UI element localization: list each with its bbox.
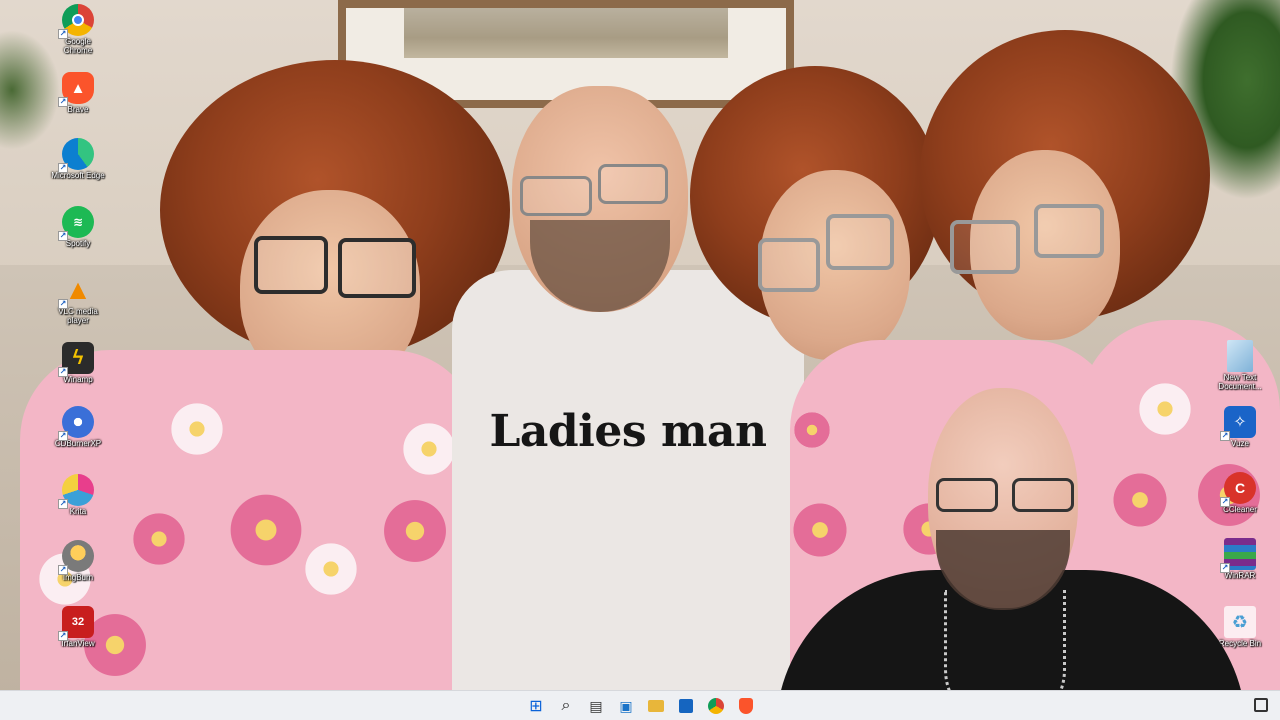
brave-icon: ▲ ↗ bbox=[58, 72, 94, 107]
taskbar-search-button[interactable]: ⌕ bbox=[554, 694, 578, 718]
edge-icon: ↗ bbox=[58, 138, 94, 173]
chrome-icon bbox=[708, 698, 724, 714]
irfanview-badge: 32 bbox=[71, 616, 85, 628]
krita-icon: ↗ bbox=[58, 474, 94, 509]
taskbar-brave-button[interactable] bbox=[734, 694, 758, 718]
desktop-shortcut-google-chrome[interactable]: ↗ Google Chrome bbox=[50, 0, 106, 55]
imgburn-icon: ↗ bbox=[58, 540, 94, 575]
desktop-shortcut-imgburn[interactable]: ↗ ImgBurn bbox=[50, 536, 106, 582]
widgets-icon: ▣ bbox=[619, 697, 633, 714]
taskbar-file-explorer-button[interactable] bbox=[644, 694, 668, 718]
taskbar-apps: ⊞ ⌕ ▤ ▣ bbox=[524, 694, 758, 718]
task-view-icon: ▤ bbox=[589, 697, 603, 714]
folder-icon bbox=[648, 700, 664, 712]
desktop-shortcut-microsoft-edge[interactable]: ↗ Microsoft Edge bbox=[50, 134, 106, 180]
taskbar-start-button[interactable]: ⊞ bbox=[524, 694, 548, 718]
desktop-shortcut-brave[interactable]: ▲ ↗ Brave bbox=[50, 68, 106, 114]
taskbar: ⊞ ⌕ ▤ ▣ bbox=[0, 690, 1280, 720]
vlc-icon: ▲ ↗ bbox=[58, 274, 92, 309]
brave-icon bbox=[739, 698, 753, 714]
spotify-icon: ≋ ↗ bbox=[58, 206, 94, 241]
cdburnerxp-icon: ↗ bbox=[58, 406, 94, 441]
text-document-icon bbox=[1227, 340, 1253, 372]
store-icon bbox=[679, 699, 693, 713]
webcam-glasses-right bbox=[1012, 478, 1074, 512]
taskbar-task-view-button[interactable]: ▤ bbox=[584, 694, 608, 718]
desktop-shortcut-krita[interactable]: ↗ Krita bbox=[50, 470, 106, 516]
search-icon: ⌕ bbox=[561, 697, 571, 714]
taskbar-store-button[interactable] bbox=[674, 694, 698, 718]
desktop-shortcut-cdburnerxp[interactable]: ↗ CDBurnerXP bbox=[50, 402, 106, 448]
taskbar-widgets-button[interactable]: ▣ bbox=[614, 694, 638, 718]
irfanview-icon: 32 ↗ bbox=[58, 606, 94, 641]
shirt-text: Ladies man bbox=[489, 406, 767, 457]
desktop-shortcut-irfanview[interactable]: 32 ↗ IrfanView bbox=[50, 602, 106, 648]
chrome-icon: ↗ bbox=[58, 4, 94, 39]
desktop-shortcut-winamp[interactable]: ϟ ↗ Winamp bbox=[50, 338, 106, 384]
webcam-glasses-left bbox=[936, 478, 998, 512]
webcam-overlay bbox=[776, 380, 1246, 720]
desktop-shortcut-spotify[interactable]: ≋ ↗ Spotify bbox=[50, 202, 106, 248]
winamp-icon: ϟ ↗ bbox=[58, 342, 94, 377]
windows-start-icon: ⊞ bbox=[529, 698, 543, 715]
taskbar-chrome-button[interactable] bbox=[704, 694, 728, 718]
notification-icon[interactable] bbox=[1254, 698, 1268, 712]
desktop-shortcut-vlc[interactable]: ▲ ↗ VLC media player bbox=[50, 270, 106, 325]
